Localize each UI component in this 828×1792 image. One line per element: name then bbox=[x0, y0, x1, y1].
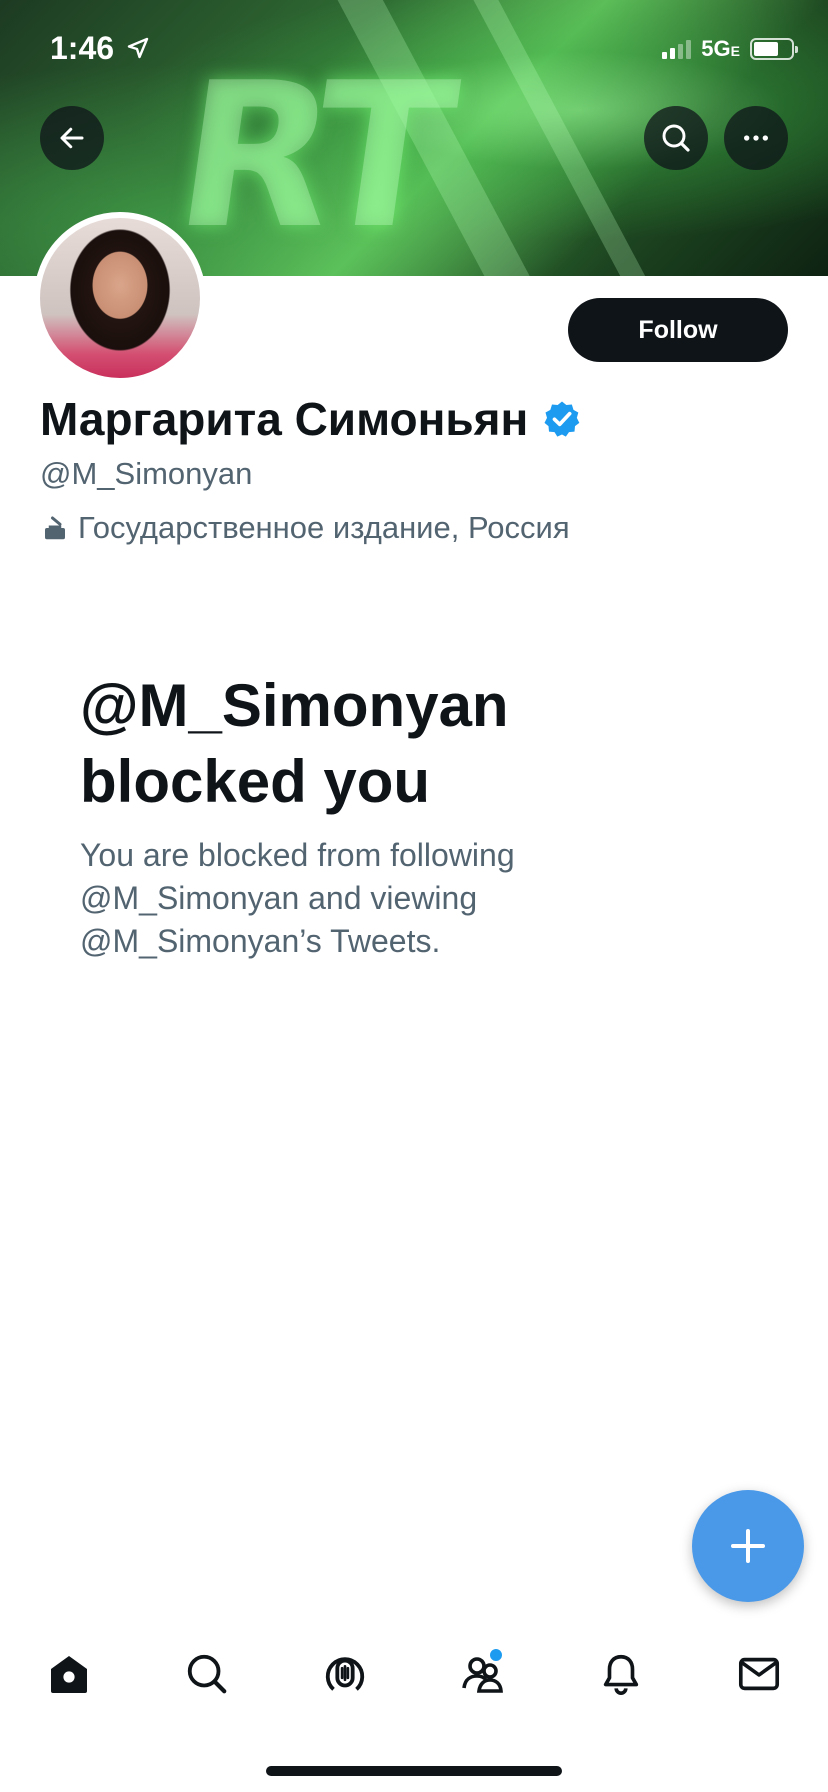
new-activity-dot bbox=[488, 1647, 504, 1663]
handle: @M_Simonyan bbox=[40, 456, 253, 491]
blocked-title: @M_Simonyan blocked you bbox=[80, 668, 760, 820]
spaces-icon bbox=[325, 1657, 365, 1691]
blocked-description-line: @M_Simonyan and viewing bbox=[80, 880, 478, 916]
network-type: 5GE bbox=[701, 36, 740, 61]
back-button[interactable] bbox=[40, 106, 104, 170]
follow-button[interactable]: Follow bbox=[568, 298, 788, 362]
state-media-label[interactable]: Государственное издание, Россия bbox=[40, 510, 570, 546]
display-name-row: Маргарита Симоньян bbox=[40, 392, 582, 446]
blocked-title-line: @M_Simonyan bbox=[80, 672, 509, 739]
status-time: 1:46 bbox=[50, 30, 115, 66]
nav-communities[interactable] bbox=[448, 1639, 518, 1709]
nav-notifications[interactable] bbox=[586, 1639, 656, 1709]
display-name: Маргарита Симоньян bbox=[40, 393, 529, 445]
nav-spaces[interactable] bbox=[310, 1639, 380, 1709]
back-arrow-icon bbox=[60, 127, 84, 149]
status-indicators: 5GE bbox=[662, 36, 798, 62]
profile-screen: RT 1:46 5GE Follow Маргарита Симоньян @M… bbox=[0, 0, 828, 1792]
more-icon bbox=[744, 135, 768, 141]
blocked-description: You are blocked from following @M_Simony… bbox=[80, 834, 640, 963]
messages-icon bbox=[738, 1657, 780, 1691]
compose-tweet-button[interactable] bbox=[692, 1490, 804, 1602]
home-icon bbox=[51, 1656, 87, 1693]
nav-messages[interactable] bbox=[724, 1639, 794, 1709]
battery-icon bbox=[750, 38, 798, 60]
signal-icon bbox=[662, 39, 692, 59]
avatar[interactable] bbox=[34, 212, 206, 384]
nav-home[interactable] bbox=[34, 1639, 104, 1709]
banner-logo: RT bbox=[163, 40, 458, 273]
state-media-icon bbox=[45, 516, 65, 540]
bottom-nav bbox=[0, 1636, 828, 1712]
blocked-title-line: blocked you bbox=[80, 748, 431, 815]
more-options-button[interactable] bbox=[724, 106, 788, 170]
search-button[interactable] bbox=[644, 106, 708, 170]
home-indicator[interactable] bbox=[266, 1766, 562, 1776]
state-media-label-text: Государственное издание, Россия bbox=[78, 510, 570, 545]
plus-icon bbox=[731, 1529, 765, 1563]
blocked-description-line: @M_Simonyan’s Tweets. bbox=[80, 923, 441, 959]
notifications-icon bbox=[603, 1654, 639, 1695]
nav-search[interactable] bbox=[172, 1639, 242, 1709]
search-icon bbox=[187, 1654, 227, 1694]
search-icon bbox=[662, 124, 690, 152]
location-arrow-icon bbox=[127, 37, 149, 59]
verified-badge-icon[interactable] bbox=[542, 399, 582, 439]
blocked-description-line: You are blocked from following bbox=[80, 837, 515, 873]
